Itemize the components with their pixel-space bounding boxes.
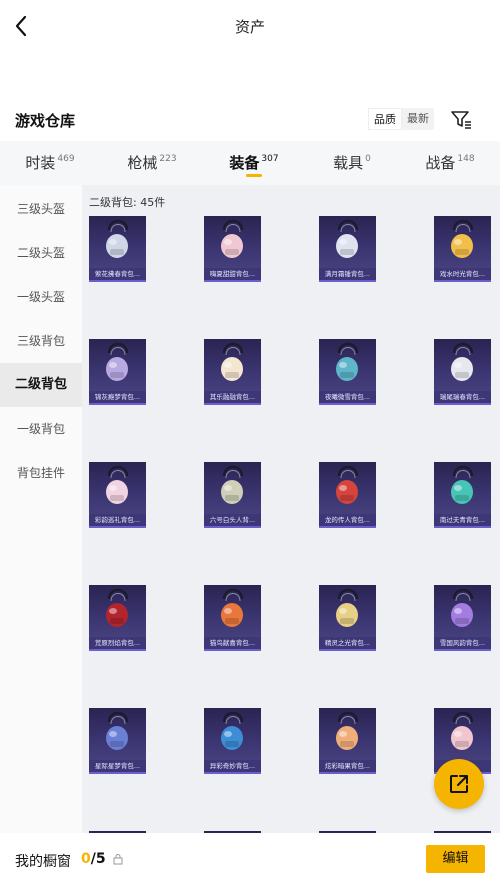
item-name: 戏水时光背包...: [434, 268, 491, 280]
item-card[interactable]: 彩韵巡礼背包...: [89, 462, 146, 528]
item-name: 荒原烈焰背包...: [89, 637, 146, 649]
item-card[interactable]: 锦灰瘾梦背包...: [89, 339, 146, 405]
tab-vehicles[interactable]: 载具 0: [302, 141, 402, 185]
backpack-icon: [319, 708, 376, 760]
showcase-footer: 我的橱窗 0/5 编辑: [0, 833, 500, 885]
item-card[interactable]: 精灵之光背包...: [319, 585, 376, 651]
tab-supplies[interactable]: 战备 148: [400, 141, 500, 185]
page-title: 资产: [234, 18, 265, 36]
sort-toggle: 品质 最新: [368, 108, 434, 130]
item-card[interactable]: 猫鸟献喜背包...: [204, 585, 261, 651]
item-name: 满月霜锤背包...: [319, 268, 376, 280]
item-card[interactable]: 夜曦微雪背包...: [319, 339, 376, 405]
item-name: 雪国风韵背包...: [434, 637, 491, 649]
item-grid: 二级背包: 45件 萦花拂春背包... 嗨夏甜甜背包... 满月霜锤背包... 戏水时…: [82, 185, 500, 833]
warehouse-title: 游戏仓库: [15, 112, 76, 130]
backpack-icon: [204, 462, 261, 514]
sort-latest-button[interactable]: 最新: [402, 108, 434, 130]
item-card[interactable]: 六号白头人背...: [204, 462, 261, 528]
backpack-icon: [89, 339, 146, 391]
tab-firearms[interactable]: 枪械 223: [102, 141, 202, 185]
warehouse-header: 游戏仓库 品质 最新: [0, 104, 500, 140]
content-heading: 二级背包: 45件: [89, 196, 166, 209]
share-icon: [450, 775, 468, 793]
item-name: 异彩奇妙背包...: [204, 760, 261, 772]
item-card[interactable]: 星际星梦背包...: [89, 708, 146, 774]
backpack-icon: [204, 216, 261, 268]
backpack-icon: [89, 585, 146, 637]
sidebar-item-level1-backpack[interactable]: 一级背包: [0, 407, 82, 451]
sidebar-item-level3-backpack[interactable]: 三级背包: [0, 319, 82, 363]
backpack-icon: [319, 216, 376, 268]
item-name: 南过夫青背包...: [434, 514, 491, 526]
share-button[interactable]: [434, 759, 484, 809]
backpack-icon: [434, 585, 491, 637]
sidebar-item-level2-backpack[interactable]: 二级背包: [0, 363, 82, 407]
category-tabs: 时装 469 枪械 223 装备 307 载具 0 战备 148: [0, 141, 500, 185]
item-name: 瑞尾瑞春背包...: [434, 391, 491, 403]
sort-quality-button[interactable]: 品质: [368, 108, 402, 130]
item-name: 猫鸟献喜背包...: [204, 637, 261, 649]
item-card[interactable]: 雪国风韵背包...: [434, 585, 491, 651]
backpack-icon: [434, 462, 491, 514]
backpack-icon: [89, 216, 146, 268]
item-name: 龙的传人背包...: [319, 514, 376, 526]
backpack-icon: [434, 339, 491, 391]
backpack-icon: [319, 462, 376, 514]
item-card[interactable]: 嗨夏甜甜背包...: [204, 216, 261, 282]
backpack-icon: [204, 339, 261, 391]
backpack-icon: [204, 585, 261, 637]
item-name: 锦灰瘾梦背包...: [89, 391, 146, 403]
sidebar-item-level1-helmet[interactable]: 一级头盔: [0, 275, 82, 319]
active-tab-indicator: [246, 174, 262, 177]
item-card[interactable]: 龙的传人背包...: [319, 462, 376, 528]
tab-equipment[interactable]: 装备 307: [204, 141, 304, 185]
subcategory-sidebar: 三级头盔 二级头盔 一级头盔 三级背包 二级背包 一级背包 背包挂件: [0, 185, 82, 833]
item-card[interactable]: 炫彩暗果背包...: [319, 708, 376, 774]
backpack-icon: [204, 708, 261, 760]
backpack-icon: [434, 708, 491, 760]
lock-icon: [113, 854, 123, 865]
backpack-icon: [89, 462, 146, 514]
showcase-count: 0/5: [81, 851, 106, 867]
backpack-icon: [89, 708, 146, 760]
sidebar-item-backpack-charm[interactable]: 背包挂件: [0, 451, 82, 495]
item-name: 炫彩暗果背包...: [319, 760, 376, 772]
item-name: 萦花拂春背包...: [89, 268, 146, 280]
backpack-icon: [434, 216, 491, 268]
item-card[interactable]: 瑞尾瑞春背包...: [434, 339, 491, 405]
backpack-icon: [319, 585, 376, 637]
item-name: 嗨夏甜甜背包...: [204, 268, 261, 280]
edit-button[interactable]: 编辑: [426, 845, 485, 873]
item-name: 彩韵巡礼背包...: [89, 514, 146, 526]
item-card[interactable]: 戏水时光背包...: [434, 216, 491, 282]
sidebar-item-level3-helmet[interactable]: 三级头盔: [0, 187, 82, 231]
item-card[interactable]: 荒原烈焰背包...: [89, 585, 146, 651]
top-bar: 资产: [0, 0, 500, 52]
tab-fashion[interactable]: 时装 469: [0, 141, 100, 185]
item-name: 星际星梦背包...: [89, 760, 146, 772]
showcase-label: 我的橱窗: [15, 854, 71, 870]
filter-icon[interactable]: [448, 106, 474, 132]
item-name: 夜曦微雪背包...: [319, 391, 376, 403]
item-name: 精灵之光背包...: [319, 637, 376, 649]
item-card[interactable]: 异彩奇妙背包...: [204, 708, 261, 774]
sidebar-item-level2-helmet[interactable]: 二级头盔: [0, 231, 82, 275]
item-name: 六号白头人背...: [204, 514, 261, 526]
item-card[interactable]: 满月霜锤背包...: [319, 216, 376, 282]
item-card[interactable]: 萦花拂春背包...: [89, 216, 146, 282]
backpack-icon: [319, 339, 376, 391]
item-name: 其乐融融背包...: [204, 391, 261, 403]
item-card[interactable]: 其乐融融背包...: [204, 339, 261, 405]
item-card[interactable]: 南过夫青背包...: [434, 462, 491, 528]
